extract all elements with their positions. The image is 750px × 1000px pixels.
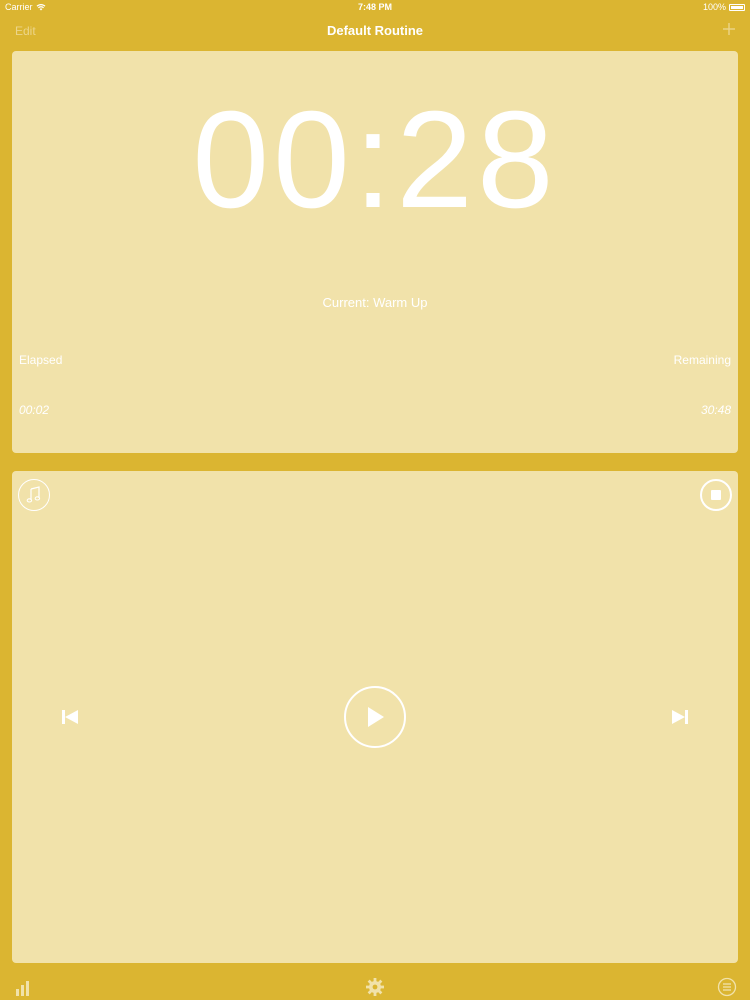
remaining-label: Remaining [673,353,731,367]
battery-icon [729,3,745,11]
remaining-value: 30:48 [700,403,731,417]
music-note-icon [26,486,41,503]
page-title: Default Routine [326,23,424,38]
bar-chart-icon[interactable] [15,978,33,996]
current-segment-label: Current: Warm Up [322,295,428,310]
tab-bar [0,970,750,1000]
navigation-bar: Edit Default Routine [0,16,750,46]
music-button[interactable] [18,479,50,511]
play-icon [368,707,384,727]
elapsed-value: 00:02 [19,403,50,417]
status-time: 7:48 PM [357,2,392,12]
timer-display: 00:28 [192,83,558,237]
battery-group: 100% [703,2,745,12]
elapsed-label: Elapsed [19,353,63,367]
stop-button[interactable] [700,479,732,511]
plus-icon[interactable] [722,22,736,36]
stop-icon [711,490,721,500]
play-button[interactable] [344,686,406,748]
list-icon[interactable] [717,977,737,997]
skip-back-icon[interactable] [60,707,80,727]
battery-percent: 100% [702,2,726,12]
gear-icon[interactable] [365,977,385,997]
status-bar: Carrier 7:48 PM 100% [0,0,750,14]
skip-forward-icon[interactable] [670,707,690,727]
timer-card: 00:28 Current: Warm Up Elapsed Remaining… [12,51,738,453]
player-card [12,471,738,963]
